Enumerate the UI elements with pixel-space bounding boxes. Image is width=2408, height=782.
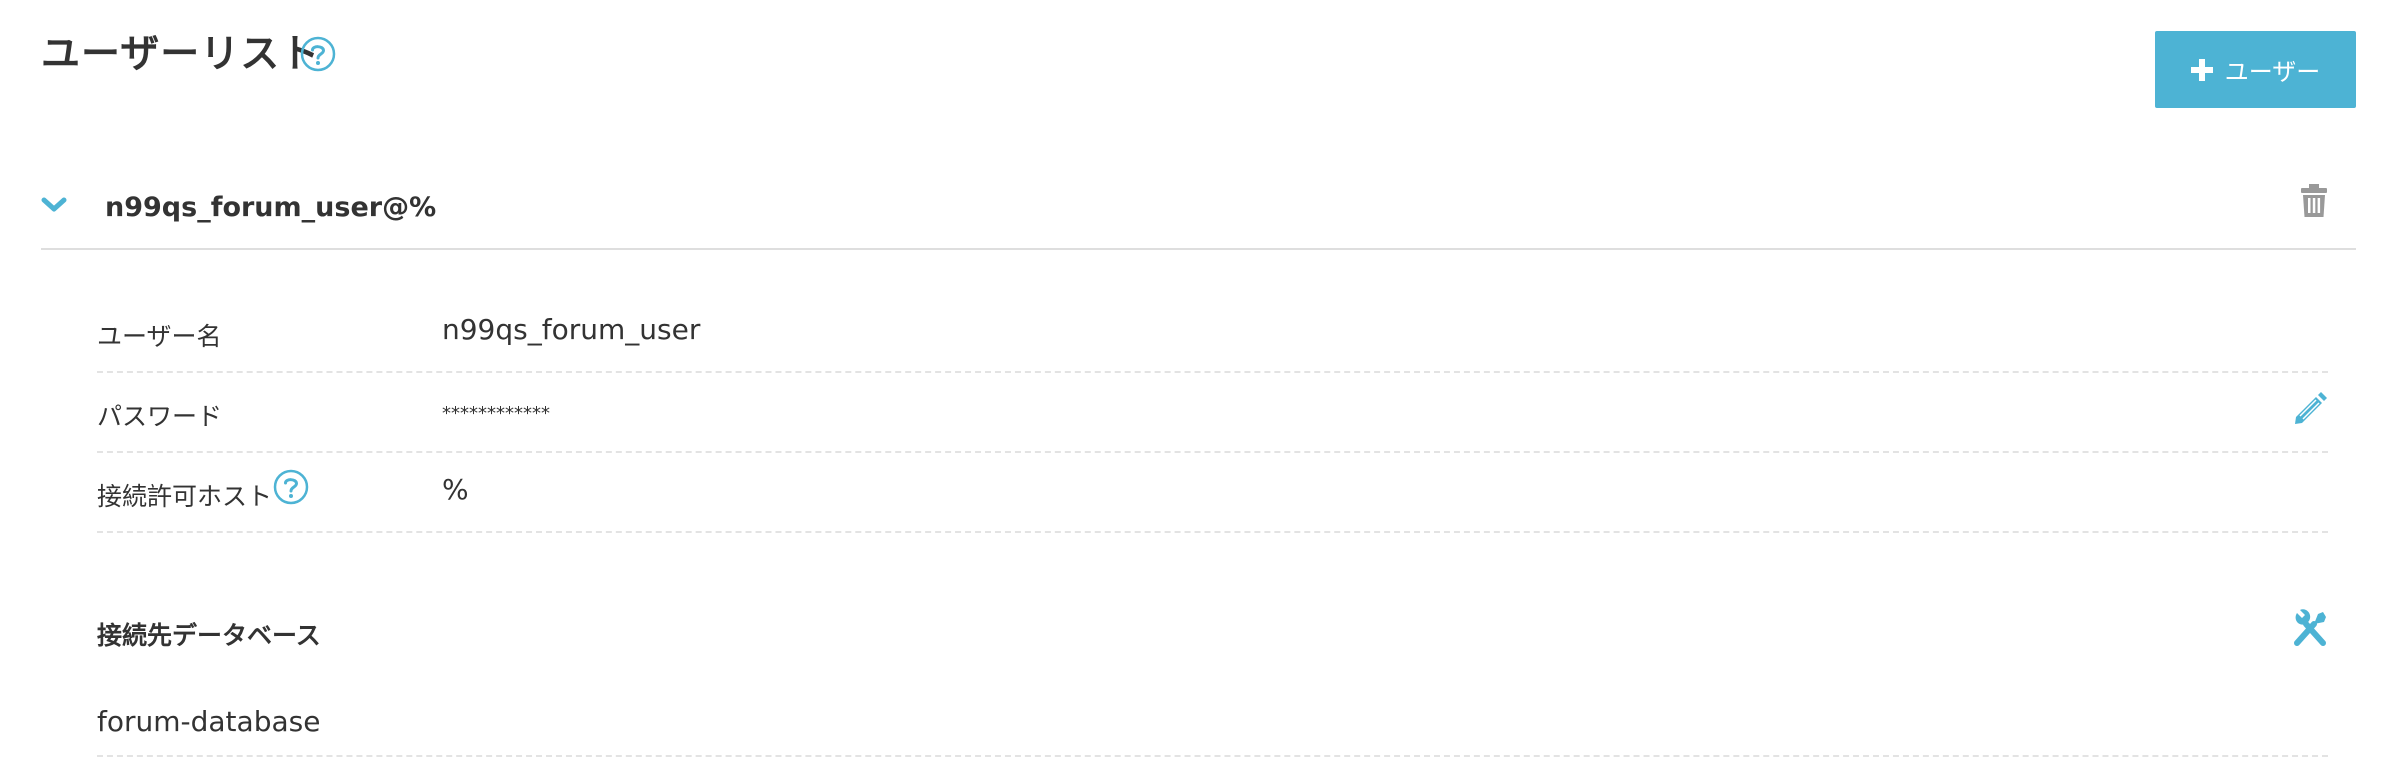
- host-label: 接続許可ホスト: [97, 482, 273, 511]
- plus-icon: [2190, 58, 2213, 81]
- page-title: ユーザーリスト: [41, 32, 321, 77]
- password-value: ************: [442, 403, 550, 424]
- username-label: ユーザー名: [97, 322, 222, 351]
- user-title: n99qs_forum_user@%: [105, 192, 437, 223]
- database-name: forum-database: [97, 705, 321, 738]
- pencil-icon[interactable]: [2292, 391, 2328, 427]
- help-icon[interactable]: [273, 469, 309, 509]
- add-user-button[interactable]: ユーザー: [2155, 31, 2356, 108]
- connected-databases-title: 接続先データベース: [97, 621, 321, 650]
- host-row: 接続許可ホスト %: [97, 453, 2328, 533]
- trash-icon[interactable]: [2300, 184, 2328, 218]
- chevron-down-icon[interactable]: [41, 197, 67, 213]
- user-accordion-header[interactable]: n99qs_forum_user@%: [41, 172, 2356, 250]
- host-value: %: [442, 473, 469, 506]
- password-row: パスワード ************: [97, 373, 2328, 453]
- username-row: ユーザー名 n99qs_forum_user: [97, 293, 2328, 373]
- user-list-page: ユーザーリスト ユーザー n99qs_forum_user@% ユーザー名 n9…: [0, 0, 2408, 782]
- list-item: forum-database: [97, 686, 2328, 757]
- password-label: パスワード: [97, 402, 223, 431]
- add-user-button-label: ユーザー: [2224, 58, 2321, 86]
- username-value: n99qs_forum_user: [442, 313, 701, 346]
- tools-icon[interactable]: [2292, 609, 2328, 647]
- help-icon[interactable]: [300, 36, 336, 76]
